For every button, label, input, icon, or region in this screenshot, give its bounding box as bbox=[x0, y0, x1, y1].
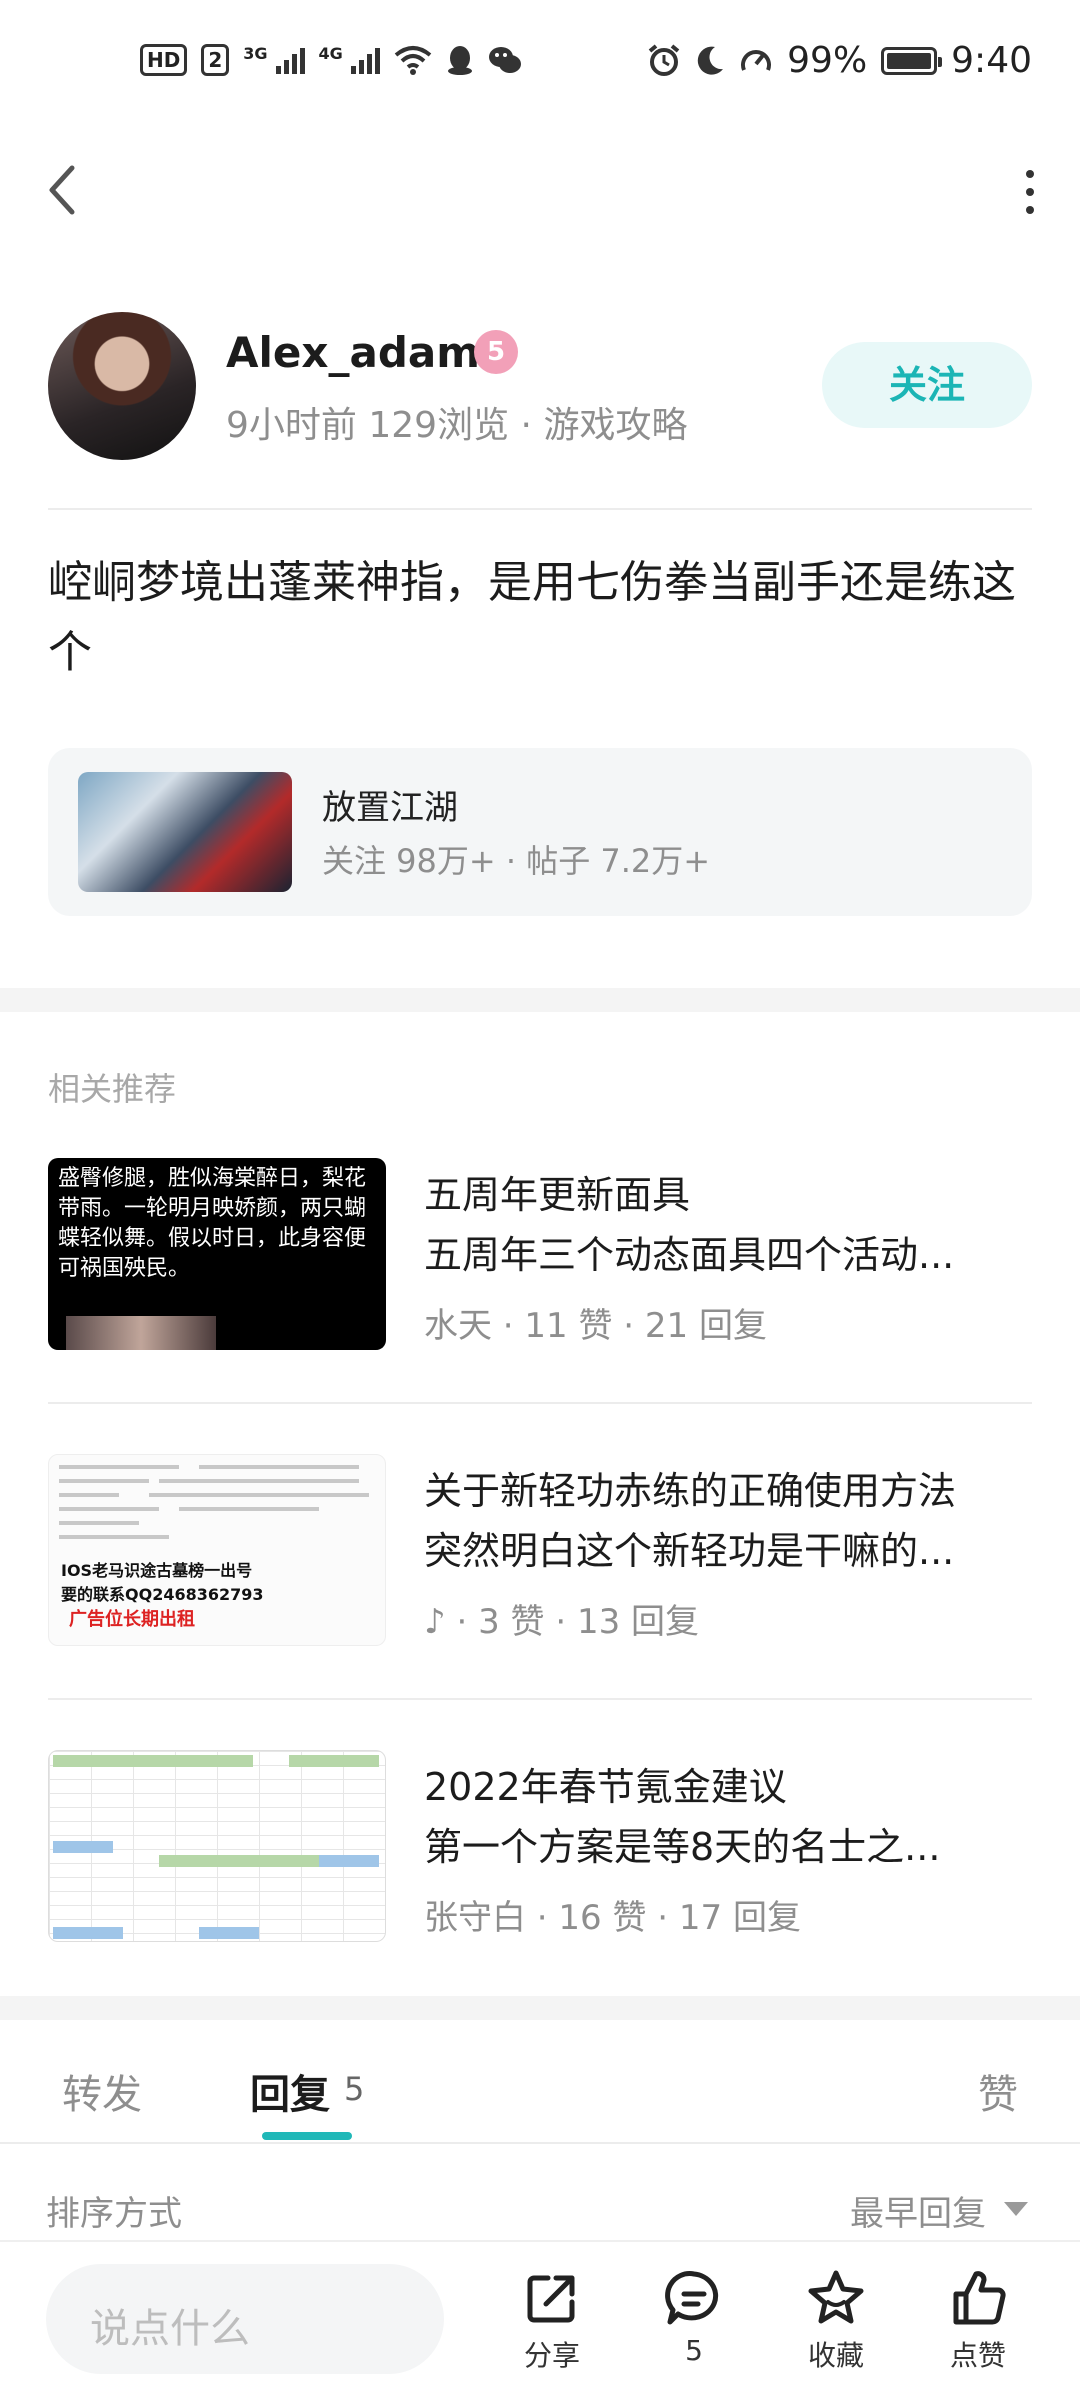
status-right: 99% 9:40 bbox=[647, 40, 1032, 81]
back-button[interactable] bbox=[40, 160, 90, 220]
post-category[interactable]: 游戏攻略 bbox=[543, 405, 687, 446]
battery-icon bbox=[881, 46, 943, 75]
reply-count: 5 bbox=[344, 2070, 365, 2108]
chevron-left-icon bbox=[49, 165, 75, 215]
forum-thumbnail bbox=[78, 772, 292, 892]
comment-icon bbox=[665, 2271, 719, 2325]
thumbnail-text-line-1: IOS老马识途古墓榜一出号 bbox=[61, 1561, 253, 1580]
share-button[interactable]: 分享 bbox=[492, 2268, 612, 2392]
related-excerpt: 第一个方案是等8天的名士之... bbox=[424, 1825, 941, 1869]
sort-dropdown[interactable]: 最早回复 bbox=[850, 2186, 986, 2235]
section-separator bbox=[0, 988, 1080, 1012]
author-avatar[interactable] bbox=[48, 312, 196, 460]
divider bbox=[0, 2142, 1080, 2144]
comment-placeholder: 说点什么 bbox=[90, 2306, 250, 2352]
related-item[interactable]: 2022年春节氪金建议 第一个方案是等8天的名士之... 张守白 · 16 赞 … bbox=[48, 1750, 1032, 2020]
related-meta: 张守白 · 16 赞 · 17 回复 bbox=[424, 1898, 801, 1938]
comments-button[interactable]: 5 bbox=[634, 2268, 754, 2392]
comment-input[interactable]: 说点什么 bbox=[46, 2264, 444, 2374]
thumbnail-overlay bbox=[66, 1316, 216, 1350]
qq-icon bbox=[447, 46, 472, 75]
related-thumbnail: 盛臀修腿，胜似海棠醉日，梨花带雨。一轮明月映娇颜，两只蝴蝶轻似舞。假以时日，此身… bbox=[48, 1158, 386, 1350]
speed-icon bbox=[741, 49, 772, 71]
share-icon bbox=[527, 2275, 575, 2323]
post-title: 崆峒梦境出蓬莱神指，是用七伤拳当副手还是练这个 bbox=[48, 557, 1016, 678]
dot-icon bbox=[1026, 170, 1034, 178]
related-thumbnail bbox=[48, 1750, 386, 1942]
star-icon bbox=[808, 2270, 864, 2324]
related-item[interactable]: 盛臀修腿，胜似海棠醉日，梨花带雨。一轮明月映娇颜，两只蝴蝶轻似舞。假以时日，此身… bbox=[48, 1158, 1032, 1428]
related-title: 2022年春节氪金建议 bbox=[424, 1765, 787, 1809]
divider bbox=[48, 1698, 1032, 1700]
divider bbox=[48, 508, 1032, 510]
author-name[interactable]: Alex_adams bbox=[226, 328, 505, 377]
related-title: 关于新轻功赤练的正确使用方法 bbox=[424, 1469, 957, 1513]
related-meta: ♪ · 3 赞 · 13 回复 bbox=[424, 1602, 700, 1642]
forum-name: 放置江湖 bbox=[322, 788, 458, 828]
favorite-label: 收藏 bbox=[807, 2339, 864, 2372]
battery-percent: 99% bbox=[787, 40, 868, 81]
tab-reply[interactable]: 回复 bbox=[250, 2062, 330, 2120]
related-excerpt: 五周年三个动态面具四个活动... bbox=[424, 1233, 955, 1277]
network-type-2: 4G bbox=[318, 44, 343, 63]
thumbs-up-icon bbox=[953, 2271, 1006, 2325]
thumbnail-text-line-2: 要的联系QQ2468362793 bbox=[61, 1585, 264, 1604]
related-meta: 水天 · 11 赞 · 21 回复 bbox=[424, 1306, 767, 1346]
related-excerpt: 突然明白这个新轻功是干嘛的... bbox=[424, 1529, 955, 1573]
more-options-button[interactable] bbox=[1020, 170, 1040, 214]
section-separator bbox=[0, 1996, 1080, 2020]
share-label: 分享 bbox=[523, 2339, 580, 2372]
follow-button[interactable]: 关注 bbox=[822, 342, 1032, 428]
forum-card[interactable]: 放置江湖 关注 98万+ · 帖子 7.2万+ bbox=[48, 748, 1032, 916]
post-meta: 9小时前 129浏览 · 游戏攻略 bbox=[226, 396, 687, 448]
like-label: 点赞 bbox=[949, 2339, 1006, 2372]
level-badge: 5 bbox=[474, 330, 518, 374]
related-item[interactable]: IOS老马识途古墓榜一出号 要的联系QQ2468362793 广告位长期出租 关于… bbox=[48, 1454, 1032, 1724]
thumbnail-text: IOS老马识途古墓榜一出号 要的联系QQ2468362793 bbox=[61, 1557, 264, 1605]
hd-badge: HD bbox=[140, 44, 188, 76]
sort-label: 排序方式 bbox=[46, 2194, 182, 2234]
network-type-1: 3G bbox=[243, 44, 268, 63]
caret-down-icon[interactable] bbox=[1004, 2202, 1028, 2216]
related-thumbnail: IOS老马识途古墓榜一出号 要的联系QQ2468362793 广告位长期出租 bbox=[48, 1454, 386, 1646]
status-bar: HD 2 3G 4G 99% 9:40 bbox=[0, 0, 1080, 130]
tab-like[interactable]: 赞 bbox=[978, 2062, 1018, 2120]
related-title: 五周年更新面具 bbox=[424, 1173, 691, 1217]
favorite-button[interactable]: 收藏 bbox=[776, 2268, 896, 2392]
comments-count: 5 bbox=[685, 2334, 703, 2367]
clock: 9:40 bbox=[951, 40, 1032, 81]
sim-badge: 2 bbox=[201, 44, 230, 76]
post-views: 129浏览 bbox=[368, 405, 510, 446]
like-button[interactable]: 点赞 bbox=[918, 2268, 1038, 2392]
dot-icon bbox=[1026, 188, 1034, 196]
signal-icon bbox=[275, 46, 305, 74]
meta-separator: · bbox=[520, 405, 532, 446]
alarm-icon bbox=[648, 43, 680, 76]
status-left: HD 2 3G 4G bbox=[140, 44, 522, 76]
signal-icon-2 bbox=[350, 46, 380, 74]
dot-icon bbox=[1026, 206, 1034, 214]
thumbnail-ad-text: 广告位长期出租 bbox=[69, 1609, 195, 1630]
tab-forward[interactable]: 转发 bbox=[62, 2062, 142, 2120]
moon-icon bbox=[697, 46, 724, 75]
divider bbox=[48, 1402, 1032, 1404]
wifi-icon bbox=[394, 46, 432, 75]
thumbnail-text: 盛臀修腿，胜似海棠醉日，梨花带雨。一轮明月映娇颜，两只蝴蝶轻似舞。假以时日，此身… bbox=[58, 1166, 367, 1281]
related-heading: 相关推荐 bbox=[48, 1070, 177, 1108]
tab-active-indicator bbox=[262, 2132, 352, 2140]
wechat-icon bbox=[488, 47, 521, 73]
forum-stats: 关注 98万+ · 帖子 7.2万+ bbox=[322, 842, 711, 880]
reply-tabs: 转发 回复 5 赞 bbox=[0, 2040, 1080, 2144]
post-time: 9小时前 bbox=[226, 405, 357, 446]
